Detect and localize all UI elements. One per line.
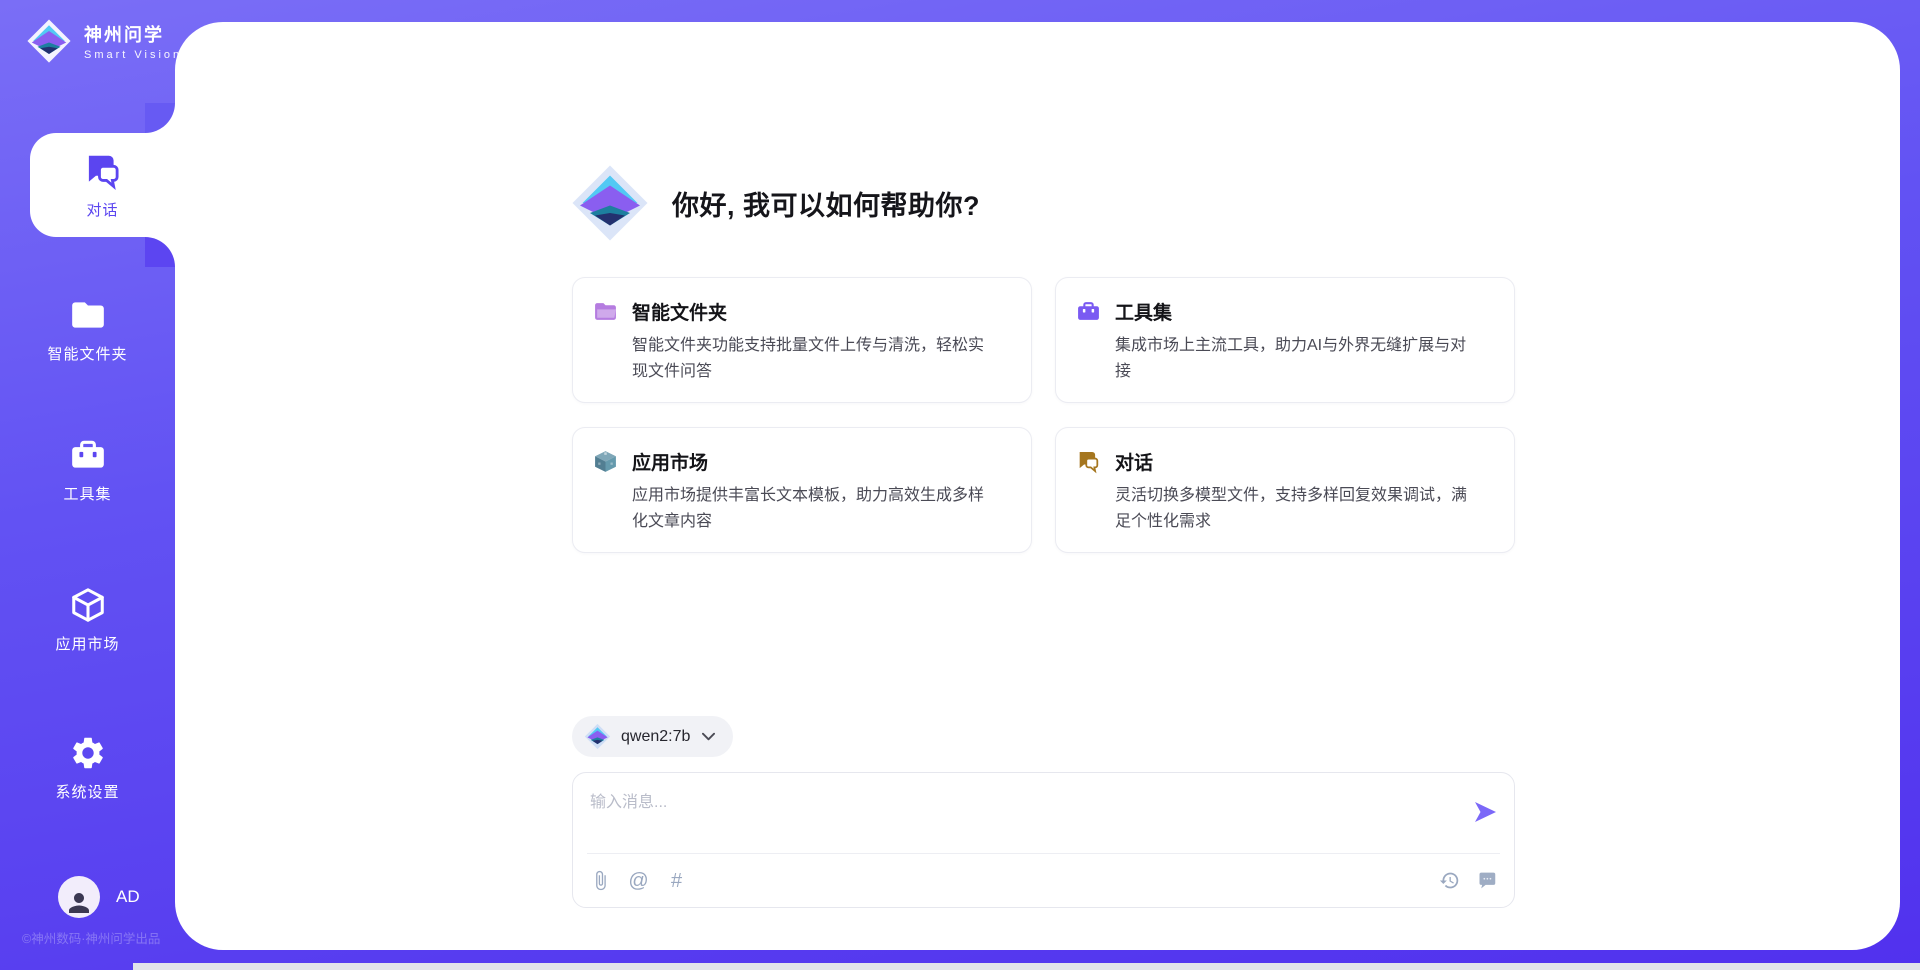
card-toolset[interactable]: 工具集 集成市场上主流工具，助力AI与外界无缝扩展与对接 [1055, 277, 1515, 403]
person-icon [64, 888, 94, 918]
card-title: 智能文件夹 [632, 298, 727, 325]
card-title: 应用市场 [632, 448, 708, 475]
chat-icon [83, 151, 123, 191]
chat-bubble-icon[interactable] [1476, 870, 1497, 891]
avatar [58, 876, 100, 918]
diamond-logo-icon [26, 18, 72, 64]
paperclip-icon[interactable] [590, 870, 611, 891]
sidebar-item-label: 应用市场 [55, 633, 119, 654]
message-composer: @ # [572, 772, 1515, 908]
card-description: 集成市场上主流工具，助力AI与外界无缝扩展与对接 [1115, 333, 1477, 385]
sidebar-item-settings[interactable]: 系统设置 [0, 734, 175, 802]
card-description: 灵活切换多模型文件，支持多样回复效果调试，满足个性化需求 [1115, 483, 1477, 535]
sidebar-item-label: 对话 [86, 199, 118, 220]
sidebar-item-chat[interactable]: 对话 [30, 133, 175, 237]
history-icon[interactable] [1439, 870, 1460, 891]
card-chat[interactable]: 对话 灵活切换多模型文件，支持多样回复效果调试，满足个性化需求 [1055, 427, 1515, 553]
greeting-title: 你好, 我可以如何帮助你? [672, 184, 980, 223]
card-description: 智能文件夹功能支持批量文件上传与清洗，轻松实现文件问答 [632, 333, 994, 385]
sidebar-item-label: 智能文件夹 [47, 343, 127, 364]
sidebar-item-smart-folder[interactable]: 智能文件夹 [0, 296, 175, 364]
card-title: 对话 [1115, 448, 1153, 475]
brand-name: 神州问学 [84, 21, 182, 47]
pixel-cube-icon [593, 449, 618, 474]
horizontal-scrollbar[interactable] [133, 963, 1920, 970]
feature-cards: 智能文件夹 智能文件夹功能支持批量文件上传与清洗，轻松实现文件问答 工具集 集成… [572, 277, 1515, 553]
send-button[interactable] [1472, 799, 1498, 825]
sidebar-item-app-market[interactable]: 应用市场 [0, 586, 175, 654]
model-name: qwen2:7b [621, 728, 690, 746]
card-smart-folder[interactable]: 智能文件夹 智能文件夹功能支持批量文件上传与清洗，轻松实现文件问答 [572, 277, 1032, 403]
sidebar-item-toolset[interactable]: 工具集 [0, 436, 175, 504]
folder-icon [69, 296, 107, 334]
sidebar-item-label: 工具集 [63, 483, 111, 504]
folder-open-icon [593, 299, 618, 324]
cube-icon [69, 586, 107, 624]
diamond-logo-icon [584, 723, 611, 750]
card-title: 工具集 [1115, 298, 1172, 325]
user-initials: AD [116, 887, 140, 907]
chevron-down-icon [702, 732, 715, 741]
diamond-logo-icon [570, 163, 650, 243]
brand-logo: 神州问学 Smart Vision [26, 18, 182, 64]
send-arrow-icon [1472, 799, 1498, 825]
toolbox-icon [69, 436, 107, 474]
card-description: 应用市场提供丰富长文本模板，助力高效生成多样化文章内容 [632, 483, 994, 535]
tab-fillet-top [145, 103, 175, 133]
greeting-block: 你好, 我可以如何帮助你? [570, 163, 980, 243]
app-root: 神州问学 Smart Vision 对话 智能文件夹 工具集 应用 [0, 0, 1920, 970]
brand-subtitle: Smart Vision [84, 49, 182, 61]
card-app-market[interactable]: 应用市场 应用市场提供丰富长文本模板，助力高效生成多样化文章内容 [572, 427, 1032, 553]
sidebar-item-label: 系统设置 [55, 781, 119, 802]
chat-icon [1076, 449, 1101, 474]
tab-fillet-bottom [145, 237, 175, 267]
hash-icon[interactable]: # [666, 870, 687, 891]
composer-toolbar: @ # [590, 854, 1497, 907]
message-input[interactable] [573, 773, 1514, 851]
user-profile[interactable]: AD [58, 876, 140, 918]
model-selector[interactable]: qwen2:7b [572, 716, 733, 757]
at-sign-icon[interactable]: @ [628, 870, 649, 891]
gear-icon [69, 734, 107, 772]
copyright-text: ©神州数码·神州问学出品 [22, 928, 160, 947]
toolbox-icon [1076, 299, 1101, 324]
